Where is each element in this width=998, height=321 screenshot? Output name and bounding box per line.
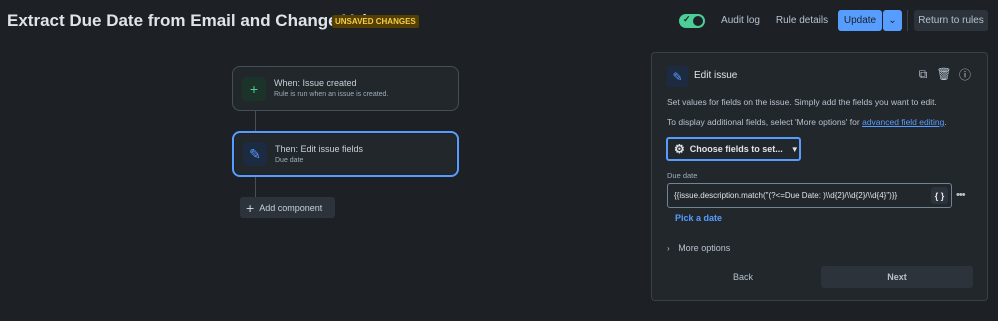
trigger-node[interactable]: + When: Issue created Rule is run when a… bbox=[232, 66, 459, 111]
rule-title: Extract Due Date from Email and Change V… bbox=[7, 11, 387, 30]
flow-connector bbox=[255, 111, 256, 131]
help-icon[interactable]: ⓘ bbox=[957, 66, 973, 82]
header-divider bbox=[907, 10, 908, 31]
add-component-label: Add component bbox=[259, 202, 323, 213]
advanced-field-editing-link[interactable]: advanced field editing bbox=[862, 117, 944, 127]
chevron-down-icon: ⌄ bbox=[888, 15, 897, 26]
flow-connector bbox=[255, 177, 256, 197]
trigger-subtitle: Rule is run when an issue is created. bbox=[274, 91, 389, 98]
trigger-title: When: Issue created bbox=[274, 78, 357, 88]
plus-icon: + bbox=[246, 199, 255, 216]
next-button[interactable]: Next bbox=[821, 266, 973, 288]
chevron-right-icon: › bbox=[667, 244, 670, 253]
action-node[interactable]: ✎ Then: Edit issue fields Due date bbox=[232, 131, 459, 177]
plus-icon: + bbox=[242, 77, 266, 101]
action-subtitle: Due date bbox=[275, 157, 304, 164]
add-component-button[interactable]: + Add component bbox=[240, 197, 335, 218]
advanced-editing-note: To display additional fields, select 'Mo… bbox=[667, 117, 947, 127]
action-title: Then: Edit issue fields bbox=[275, 144, 364, 154]
check-icon: ✓ bbox=[683, 14, 691, 24]
gear-icon: ⚙ bbox=[674, 142, 685, 156]
note-text: To display additional fields, select 'Mo… bbox=[667, 117, 860, 127]
due-date-label: Due date bbox=[667, 171, 698, 180]
toggle-knob bbox=[693, 16, 703, 26]
smart-value-button[interactable]: { } bbox=[931, 187, 948, 204]
chevron-down-icon: ▼ bbox=[790, 144, 799, 154]
panel-title: Edit issue bbox=[694, 70, 738, 81]
due-date-field[interactable]: {{issue.description.match("(?<=Due Date:… bbox=[667, 183, 952, 208]
trash-icon[interactable]: 🗑 bbox=[936, 66, 952, 82]
panel-actions: ⧉ 🗑 ⓘ bbox=[915, 66, 973, 82]
due-date-value: {{issue.description.match("(?<=Due Date:… bbox=[674, 191, 898, 200]
back-button[interactable]: Back bbox=[667, 266, 819, 288]
more-options-toggle[interactable]: › More options bbox=[667, 243, 730, 253]
audit-log-button[interactable]: Audit log bbox=[716, 10, 765, 31]
return-to-rules-button[interactable]: Return to rules bbox=[914, 10, 988, 31]
more-actions-icon[interactable]: ••• bbox=[956, 189, 966, 201]
more-options-label: More options bbox=[678, 243, 731, 253]
pencil-icon: ✎ bbox=[667, 66, 688, 87]
note-suffix: . bbox=[944, 117, 947, 127]
update-button[interactable]: Update bbox=[838, 10, 882, 31]
unsaved-changes-badge: UNSAVED CHANGES bbox=[332, 15, 419, 28]
panel-description: Set values for fields on the issue. Simp… bbox=[667, 97, 937, 107]
pencil-icon: ✎ bbox=[243, 142, 267, 166]
rule-enabled-toggle[interactable]: ✓ bbox=[679, 14, 705, 28]
pick-a-date-link[interactable]: Pick a date bbox=[675, 213, 722, 223]
update-dropdown-button[interactable]: ⌄ bbox=[883, 10, 902, 31]
choose-fields-dropdown[interactable]: ⚙ Choose fields to set... ▼ bbox=[666, 137, 801, 161]
choose-fields-label: Choose fields to set... bbox=[689, 144, 783, 154]
copy-icon[interactable]: ⧉ bbox=[915, 66, 931, 82]
edit-issue-panel: ✎ Edit issue ⧉ 🗑 ⓘ Set values for fields… bbox=[651, 52, 988, 301]
rule-details-button[interactable]: Rule details bbox=[772, 10, 832, 31]
top-header: Extract Due Date from Email and Change V… bbox=[0, 0, 998, 42]
